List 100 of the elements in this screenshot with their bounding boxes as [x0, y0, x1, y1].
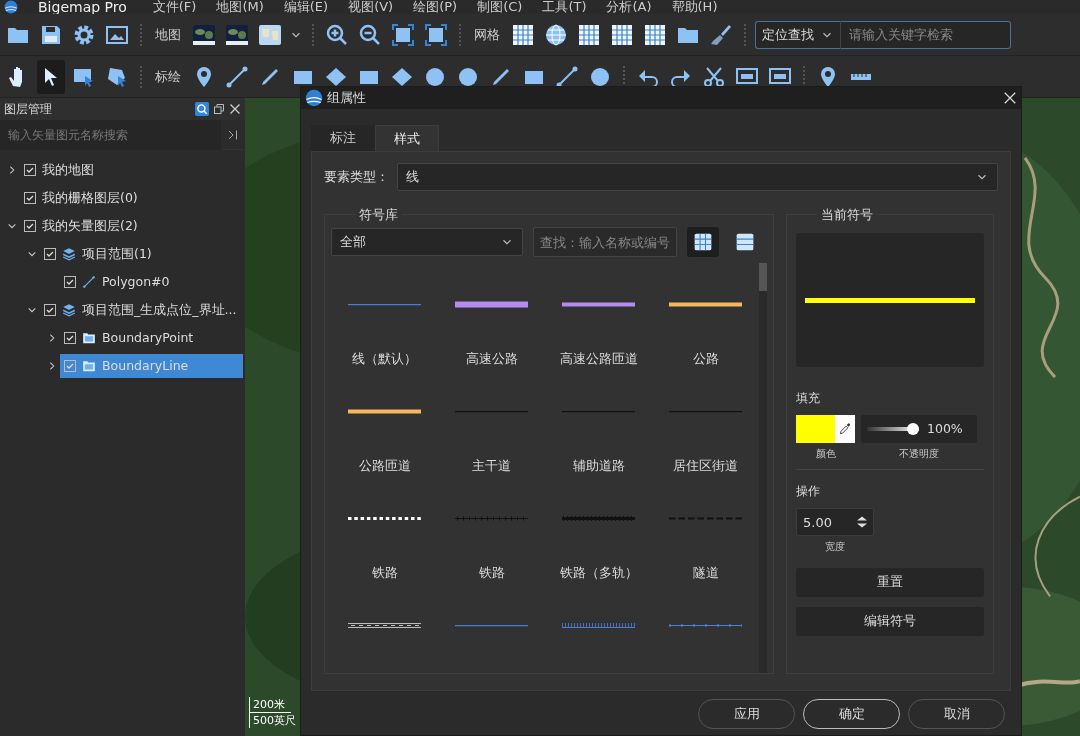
select-field[interactable]: 线: [397, 163, 998, 191]
tree-item[interactable]: 项目范围_生成点位_界址...: [40, 298, 243, 322]
tree-label: BoundaryPoint: [102, 328, 194, 347]
collapse-icon[interactable]: [227, 128, 239, 141]
close-icon[interactable]: [229, 103, 241, 115]
symbol-label[interactable]: 公路匝道: [358, 457, 411, 476]
dialog-button[interactable]: 取消: [908, 699, 1005, 729]
action-button[interactable]: 重置: [796, 568, 984, 597]
dialog-title: 组属性: [327, 89, 367, 108]
slider-track[interactable]: [867, 423, 919, 435]
checkbox[interactable]: [24, 220, 36, 232]
app-title: Bigemap Pro: [38, 0, 127, 17]
tree-label: BoundaryLine: [102, 356, 189, 375]
section-label: 操作: [796, 483, 821, 500]
symbol-label[interactable]: 公路: [692, 350, 719, 369]
scale-label: 200米: [249, 697, 291, 713]
spin-arrows-icon[interactable]: [856, 514, 868, 530]
tree-item[interactable]: 我的地图: [20, 158, 243, 182]
tab[interactable]: 样式: [375, 125, 439, 151]
tree-label: 项目范围_生成点位_界址...: [82, 300, 237, 319]
tree-item[interactable]: Polygon#0: [60, 270, 243, 294]
menu-item[interactable]: 文件(F): [152, 0, 197, 17]
menu-item[interactable]: 视图(V): [348, 0, 394, 17]
line-icon[interactable]: [225, 64, 249, 89]
checkbox[interactable]: [24, 192, 36, 204]
menu-item[interactable]: 工具(T): [542, 0, 587, 17]
menu-item[interactable]: 制图(C): [477, 0, 523, 17]
symbol-label[interactable]: 居住区街道: [673, 457, 738, 476]
scrollbar-thumb[interactable]: [759, 263, 767, 291]
close-icon[interactable]: [1003, 91, 1017, 105]
symbol-label[interactable]: 线（默认）: [352, 350, 417, 369]
caption: 颜色: [815, 447, 836, 461]
checkbox[interactable]: [64, 276, 76, 288]
select-field[interactable]: 全部: [331, 228, 523, 256]
symbol-label[interactable]: 辅助道路: [572, 457, 625, 476]
tree-label: 项目范围(1): [82, 244, 152, 263]
locate-mode-dropdown[interactable]: 定位查找: [755, 20, 841, 49]
eyedropper-icon: [838, 422, 852, 436]
scrollbar[interactable]: [759, 263, 767, 673]
toolbar-label: 网格: [474, 25, 500, 44]
symbol-label[interactable]: 隧道: [692, 564, 719, 583]
tree-label: Polygon#0: [102, 272, 170, 291]
brush-icon[interactable]: [709, 22, 733, 47]
tree-label: 我的栅格图层(0): [42, 188, 138, 207]
tree-label: 我的地图: [42, 160, 94, 179]
search-field[interactable]: 输入矢量图元名称搜索: [0, 119, 221, 150]
checkbox[interactable]: [24, 164, 36, 176]
action-button[interactable]: 编辑符号: [796, 607, 984, 636]
menu-item[interactable]: 绘图(P): [413, 0, 458, 17]
list-view-icon[interactable]: [735, 232, 755, 252]
symbol-label[interactable]: 铁路（多轨）: [559, 564, 638, 583]
tab[interactable]: 标注: [311, 125, 375, 151]
menu-item[interactable]: 帮助(H): [671, 0, 718, 17]
globe-icon[interactable]: [544, 22, 568, 47]
search-icon[interactable]: [195, 102, 209, 116]
eyedropper-button[interactable]: [835, 415, 855, 443]
zoom-extent-icon[interactable]: [391, 22, 415, 47]
scale-label: 500英尺: [249, 713, 299, 728]
toolbar-label: 标绘: [155, 67, 181, 86]
app-logo-icon: [4, 0, 18, 14]
symbol-label[interactable]: 铁路: [478, 564, 505, 583]
grid-icon[interactable]: [511, 22, 535, 47]
grid-icon[interactable]: [577, 22, 601, 47]
slider-thumb[interactable]: [907, 423, 919, 435]
symbol-label[interactable]: 高速公路: [465, 350, 518, 369]
checkbox[interactable]: [44, 304, 56, 316]
checkbox[interactable]: [44, 248, 56, 260]
caption: 不透明度: [899, 447, 939, 461]
opacity-value: 100%: [927, 419, 963, 438]
tree-item[interactable]: BoundaryPoint: [60, 326, 243, 350]
tree-item[interactable]: 我的矢量图层(2): [20, 214, 243, 238]
dialog-button[interactable]: 确定: [803, 699, 900, 729]
full-extent-icon[interactable]: [424, 22, 448, 47]
checkbox[interactable]: [64, 360, 76, 372]
zoom-in-icon[interactable]: [325, 22, 349, 47]
checkbox[interactable]: [64, 332, 76, 344]
color-swatch[interactable]: [796, 415, 835, 443]
number-field[interactable]: 5.00: [796, 508, 874, 536]
tree-item[interactable]: 项目范围(1): [40, 242, 243, 266]
tree-item[interactable]: 我的栅格图层(0): [20, 186, 243, 210]
search-field[interactable]: 查找：输入名称或编号: [533, 227, 677, 257]
grid-icon[interactable]: [610, 22, 634, 47]
restore-icon[interactable]: [213, 103, 225, 115]
search-field[interactable]: 请输入关键字检索: [841, 20, 1011, 49]
map-thumbnail-icon[interactable]: [192, 22, 216, 47]
zoom-out-icon[interactable]: [358, 22, 382, 47]
app-logo-icon: [305, 89, 323, 107]
menu-item[interactable]: 分析(A): [606, 0, 652, 17]
symbol-label[interactable]: 主干道: [472, 457, 511, 476]
symbol-label[interactable]: 铁路: [371, 564, 398, 583]
grid-icon[interactable]: [643, 22, 667, 47]
grid-view-icon[interactable]: [693, 232, 713, 252]
dialog-button[interactable]: 应用: [698, 699, 795, 729]
menu-item[interactable]: 地图(M): [216, 0, 264, 17]
symbol-label[interactable]: 高速公路匝道: [559, 350, 638, 369]
caption: 宽度: [825, 540, 845, 554]
map-thumbnail-icon[interactable]: [225, 22, 249, 47]
panel-title: 图层管理: [4, 101, 53, 118]
menu-item[interactable]: 编辑(E): [283, 0, 329, 17]
street-map-icon[interactable]: [258, 22, 282, 47]
